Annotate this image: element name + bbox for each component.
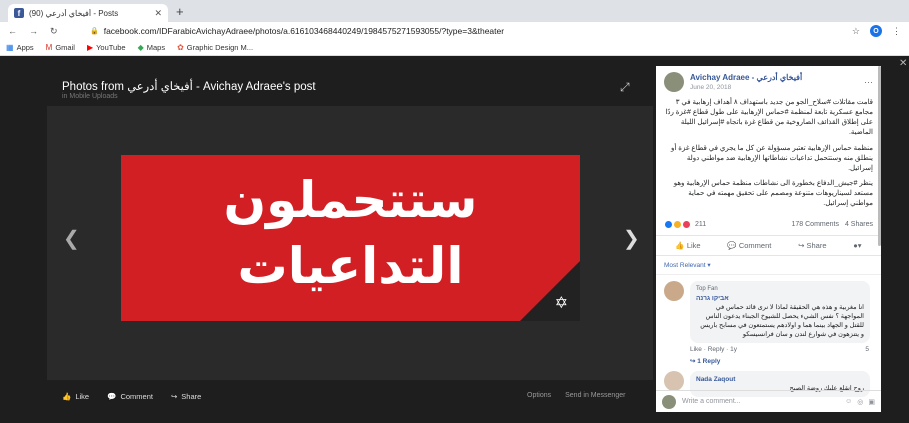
comment-composer: Write a comment... ☺ ◎ ▣: [656, 390, 881, 412]
thumbs-up-icon: 👍: [62, 392, 72, 401]
comment-input[interactable]: Write a comment...: [682, 398, 741, 405]
commenter-avatar[interactable]: [664, 371, 684, 392]
post-actions: 👍 Like 💬 Comment ↪ Share ●▾: [656, 236, 881, 257]
back-icon[interactable]: ←: [8, 26, 17, 37]
bookmark-star-icon[interactable]: ☆: [852, 26, 860, 37]
post-header: Avichay Adraee - أفيخاي أدرعي June 20, 2…: [656, 66, 881, 92]
camera-icon[interactable]: ◎: [857, 398, 863, 406]
comment-sort[interactable]: Most Relevant ▾: [656, 256, 881, 276]
comment-text: انا مغربية و هذه هي الحقيقة لماذا لا نرى…: [700, 303, 864, 339]
facebook-favicon-icon: f: [14, 8, 24, 18]
bookmark-site-icon: ✿: [177, 43, 184, 52]
bookmarks-bar: ▦ Apps M Gmail ▶ YouTube ◆ Maps ✿ Graphic Des…: [0, 40, 909, 56]
next-photo-icon[interactable]: ❯: [623, 226, 640, 251]
photo-title: Photos from أفيخاي أدرعي - Avichay Adrae…: [62, 81, 316, 93]
image-text-line1: ستتحملون: [223, 171, 478, 229]
bookmark-graphic-design[interactable]: ✿ Graphic Design M...: [177, 43, 253, 52]
post-paragraph-2: منظمة حماس الإرهابية تعتبر مسؤولة عن كل …: [671, 144, 873, 172]
tab-title: (90) أفيخاي أدرعي - Posts: [29, 8, 119, 18]
address-bar[interactable]: 🔒 facebook.com/IDFarabicAvichayAdraee/ph…: [90, 26, 504, 36]
forward-icon[interactable]: →: [29, 26, 38, 37]
image-text-line2: التداعيات: [237, 237, 464, 295]
browser-tab[interactable]: f (90) أفيخاي أدرعي - Posts ✕: [8, 4, 168, 22]
menu-kebab-icon[interactable]: ⋮: [892, 26, 901, 37]
comment-icon: 💬: [107, 392, 117, 401]
bookmark-apps[interactable]: ▦ Apps: [6, 43, 34, 52]
photo-album-link[interactable]: in Mobile Uploads: [62, 93, 118, 100]
reaction-icons[interactable]: [664, 220, 691, 230]
view-replies-link[interactable]: ↪ 1 Reply: [656, 353, 881, 365]
like-reaction-icon: [664, 220, 673, 230]
tab-strip: f (90) أفيخاي أدرعي - Posts ✕ +: [0, 0, 909, 22]
reaction-selector-icon[interactable]: ●▾: [853, 241, 861, 250]
new-tab-icon[interactable]: +: [176, 4, 184, 19]
commenter-name[interactable]: אביקו גרנה: [696, 294, 864, 303]
profile-avatar[interactable]: O: [870, 25, 882, 37]
photo-share-button[interactable]: ↪ Share: [171, 392, 201, 401]
photo-actions: 👍 Like 💬 Comment ↪ Share: [62, 392, 201, 401]
like-button[interactable]: 👍 Like: [675, 241, 700, 250]
browser-toolbar: ← → ↻ 🔒 facebook.com/IDFarabicAvichayAdr…: [0, 22, 909, 40]
more-options-icon[interactable]: ···: [864, 77, 873, 87]
idf-logo-icon: ✡: [554, 295, 568, 312]
send-in-messenger-link[interactable]: Send in Messenger: [565, 392, 625, 399]
reload-icon[interactable]: ↻: [50, 26, 58, 37]
image-corner: [520, 261, 580, 321]
bookmark-gmail[interactable]: M Gmail: [46, 43, 75, 52]
author-avatar[interactable]: [664, 72, 684, 92]
sidebar-scrollbar[interactable]: [878, 66, 881, 246]
photo-like-button[interactable]: 👍 Like: [62, 392, 89, 401]
comment-button[interactable]: 💬 Comment: [727, 241, 771, 250]
post-paragraph-3: ينظر #جيش_الدفاع بخطورة الى نشاطات منظمة…: [673, 179, 873, 208]
viewer-avatar: [662, 394, 676, 409]
comment-item: Top Fan אביקו גרנה انا مغربية و هذه هي ا…: [656, 275, 881, 344]
apps-grid-icon: ▦: [6, 43, 14, 52]
post-date[interactable]: June 20, 2018: [690, 84, 802, 91]
commenter-name[interactable]: Nada Zaqout: [696, 375, 864, 384]
reaction-count[interactable]: 211: [695, 221, 706, 228]
share-icon: ↪: [170, 392, 178, 401]
post-text: قامت مقاتلات #سلاح_الجو من جديد باستهداف…: [656, 92, 881, 209]
gif-icon[interactable]: ▣: [868, 398, 875, 406]
share-button[interactable]: ↪ Share: [798, 241, 826, 250]
url-text: facebook.com/IDFarabicAvichayAdraee/phot…: [103, 26, 505, 36]
lock-icon: 🔒: [90, 28, 99, 35]
bookmark-youtube[interactable]: ▶ YouTube: [87, 43, 126, 52]
bookmark-maps[interactable]: ◆ Maps: [138, 43, 166, 52]
post-image: ستتحملون التداعيات ✡: [121, 155, 580, 321]
angry-reaction-icon: [682, 220, 691, 230]
post-paragraph-1: قامت مقاتلات #سلاح_الجو من جديد باستهداف…: [665, 99, 873, 137]
close-tab-icon[interactable]: ✕: [154, 8, 162, 19]
emoji-icon[interactable]: ☺: [845, 398, 852, 406]
comment-reaction-count[interactable]: 5: [865, 346, 869, 353]
haha-reaction-icon: [673, 220, 682, 230]
shares-count[interactable]: 4 Shares: [845, 221, 873, 228]
previous-photo-icon[interactable]: ❮: [63, 226, 80, 251]
fullscreen-icon[interactable]: ⤢: [620, 80, 630, 95]
maps-icon: ◆: [137, 43, 144, 52]
gmail-icon: M: [45, 43, 53, 52]
comment-bubble: Top Fan אביקו גרנה انا مغربية و هذه هي ا…: [690, 281, 870, 344]
youtube-icon: ▶: [86, 43, 94, 52]
commenter-avatar[interactable]: [664, 281, 684, 302]
top-fan-badge: Top Fan: [696, 286, 718, 293]
comments-count[interactable]: 178 Comments: [792, 221, 839, 228]
options-link[interactable]: Options: [527, 392, 551, 399]
author-name[interactable]: Avichay Adraee - أفيخاي أدرعي: [690, 73, 802, 82]
reaction-summary: 211 178 Comments 4 Shares: [656, 214, 881, 237]
photo-comment-button[interactable]: 💬 Comment: [107, 392, 153, 401]
comment-actions[interactable]: Like · Reply · 1y: [690, 346, 737, 353]
comment-meta: Like · Reply · 1y 5: [656, 343, 881, 353]
close-theater-icon[interactable]: ✕: [899, 58, 907, 69]
post-sidebar: Avichay Adraee - أفيخاي أدرعي June 20, 2…: [656, 66, 881, 412]
